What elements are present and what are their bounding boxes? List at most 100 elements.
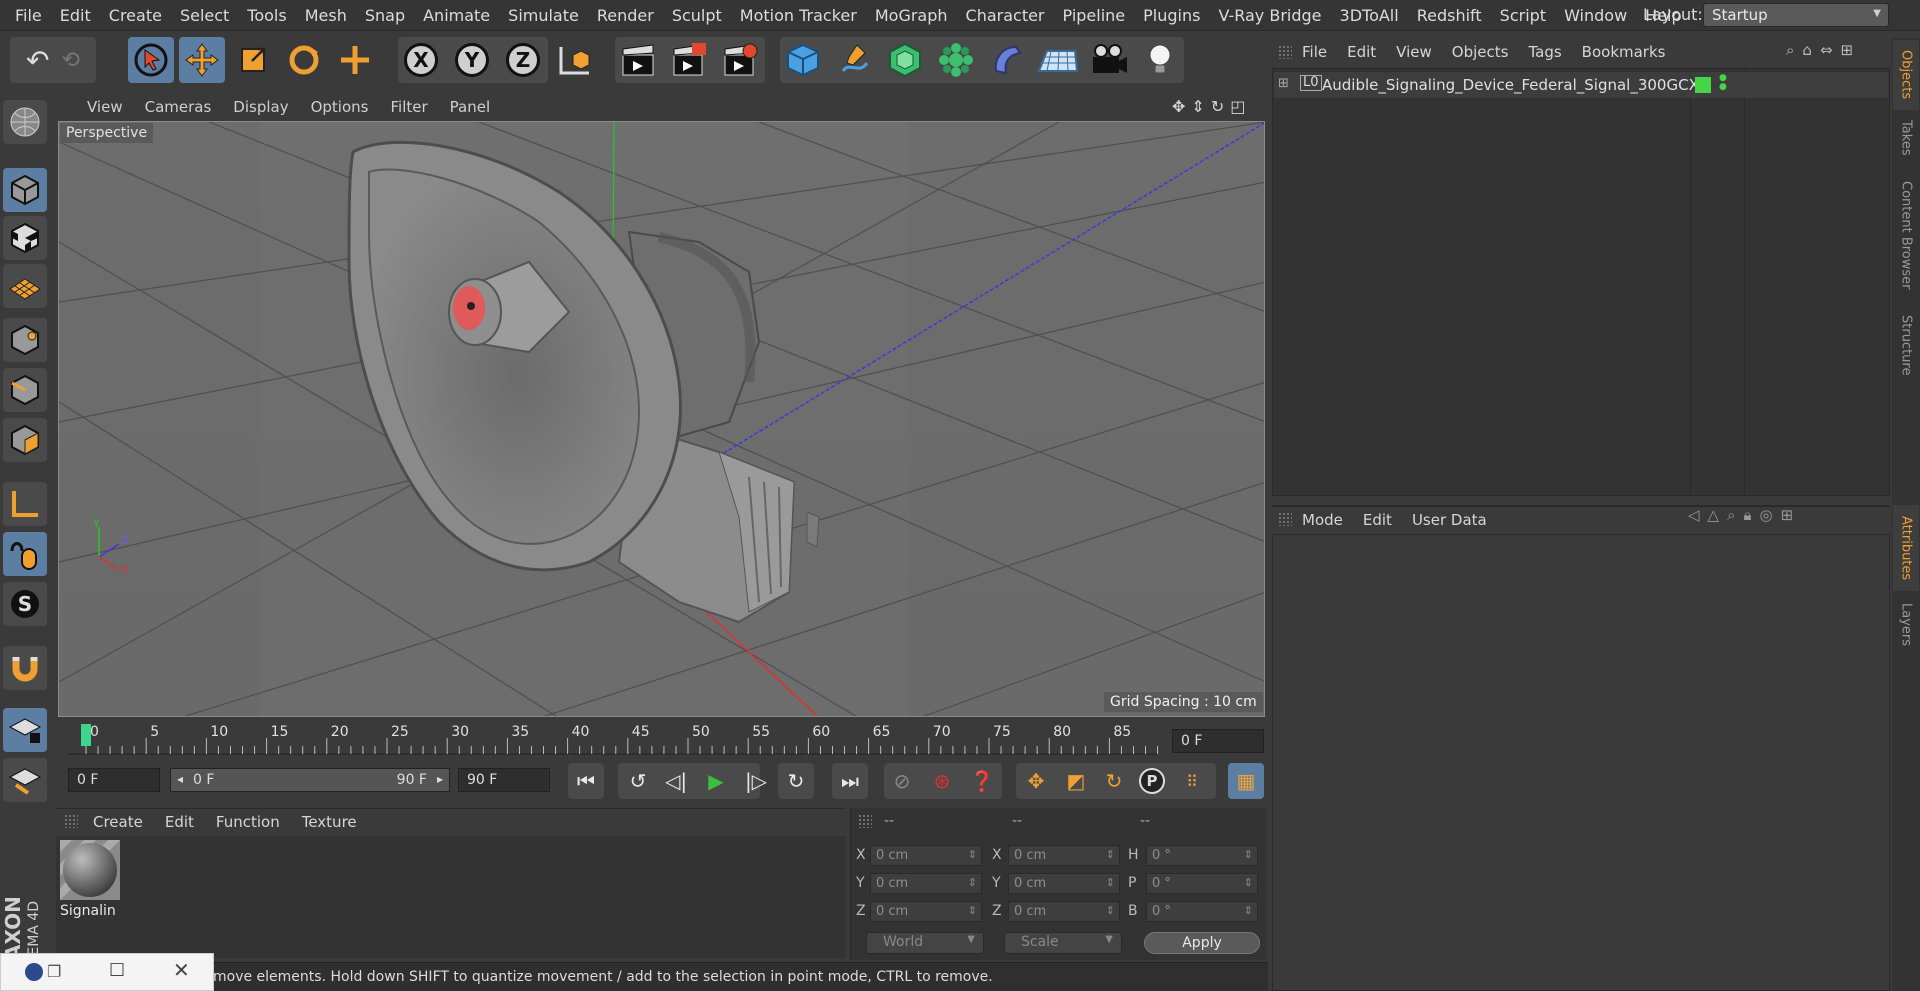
tweak-mode-button[interactable]	[3, 532, 47, 576]
menu-motion-tracker[interactable]: Motion Tracker	[731, 6, 866, 25]
redo-icon[interactable]: ⟲	[62, 48, 80, 73]
next-key-button[interactable]: ↻	[778, 763, 814, 799]
object-menu-file[interactable]: File	[1292, 43, 1337, 61]
coordinate-field[interactable]: 0 °	[1146, 873, 1258, 894]
deformer-button[interactable]	[984, 37, 1030, 83]
menu-snap[interactable]: Snap	[356, 6, 414, 25]
coordinate-field[interactable]: 0 cm	[870, 901, 982, 922]
menu-script[interactable]: Script	[1491, 6, 1555, 25]
lock-icon[interactable]: 🔒︎	[1744, 506, 1752, 524]
coordinate-field[interactable]: 0 cm	[870, 845, 982, 866]
cloner-button[interactable]	[933, 37, 979, 83]
prev-key-button[interactable]: ↺	[620, 763, 656, 799]
record-active-button[interactable]: ⊘	[884, 763, 920, 799]
orbit-icon[interactable]: ↻	[1211, 97, 1224, 116]
camera-button[interactable]	[1086, 37, 1132, 83]
link-icon[interactable]: ⇔	[1820, 41, 1833, 59]
back-arrow-icon[interactable]: ◁	[1688, 506, 1700, 524]
material-menu-function[interactable]: Function	[205, 813, 291, 831]
render-view-button[interactable]	[615, 37, 661, 83]
tab-takes[interactable]: Takes	[1893, 110, 1919, 166]
key-parameter-button[interactable]: P	[1134, 763, 1170, 799]
search-icon[interactable]: ⌕	[1727, 506, 1735, 524]
coordinate-field[interactable]: 0 cm	[1008, 901, 1120, 922]
coordinate-type-select[interactable]: Scale ▼	[1004, 932, 1122, 954]
object-name[interactable]: Audible_Signaling_Device_Federal_Signal_…	[1322, 76, 1699, 94]
layer-color-swatch[interactable]	[1695, 77, 1711, 93]
key-pla-button[interactable]: ⠿	[1174, 763, 1210, 799]
cinema4d-app-icon[interactable]	[25, 963, 43, 981]
menu-animate[interactable]: Animate	[414, 6, 499, 25]
viewport-menu-cameras[interactable]: Cameras	[134, 98, 223, 116]
object-menu-tags[interactable]: Tags	[1518, 43, 1571, 61]
play-button[interactable]: ▶	[698, 763, 734, 799]
new-panel-icon[interactable]: ⊞	[1781, 506, 1794, 524]
dolly-icon[interactable]: ⇕	[1191, 97, 1204, 116]
menu-simulate[interactable]: Simulate	[499, 6, 588, 25]
coordinate-field[interactable]: 0 cm	[1008, 845, 1120, 866]
menu-3dtoall[interactable]: 3DToAll	[1331, 6, 1408, 25]
floor-scene-button[interactable]	[1035, 37, 1081, 83]
attributes-menu-user-data[interactable]: User Data	[1402, 511, 1497, 529]
menu-pipeline[interactable]: Pipeline	[1054, 6, 1135, 25]
coordinate-field[interactable]: 0 °	[1146, 901, 1258, 922]
goto-start-button[interactable]: ⏮	[568, 763, 604, 799]
target-icon[interactable]: ◎	[1759, 506, 1772, 524]
viewport-menu-panel[interactable]: Panel	[439, 98, 501, 116]
workplane-mode-button[interactable]	[3, 264, 47, 308]
object-menu-bookmarks[interactable]: Bookmarks	[1572, 43, 1676, 61]
x-axis-lock-button[interactable]: X	[398, 37, 444, 83]
points-mode-button[interactable]	[3, 318, 47, 362]
make-editable-button[interactable]	[3, 100, 47, 144]
current-frame-field[interactable]: 0 F	[1172, 729, 1264, 753]
texture-mode-button[interactable]	[3, 216, 47, 260]
y-axis-lock-button[interactable]: Y	[449, 37, 495, 83]
key-position-button[interactable]: ✥	[1018, 763, 1054, 799]
restore-icon[interactable]: ❐	[47, 962, 61, 981]
model-mode-button[interactable]	[3, 168, 47, 212]
pan-icon[interactable]: ✥	[1172, 97, 1185, 116]
z-axis-lock-button[interactable]: Z	[500, 37, 546, 83]
object-menu-edit[interactable]: Edit	[1337, 43, 1386, 61]
rotate-tool-button[interactable]	[281, 37, 327, 83]
locked-workplane-button[interactable]	[3, 708, 47, 752]
pen-spline-button[interactable]	[831, 37, 877, 83]
menu-create[interactable]: Create	[100, 6, 171, 25]
menu-render[interactable]: Render	[588, 6, 663, 25]
menu-edit[interactable]: Edit	[51, 6, 100, 25]
visibility-dots-icon[interactable]: ● ●	[1719, 74, 1727, 92]
start-frame-field[interactable]: 0 F	[68, 768, 160, 792]
viewport-menu-view[interactable]: View	[76, 98, 134, 116]
maximize-window-icon[interactable]: ☐	[109, 960, 125, 981]
menu-sculpt[interactable]: Sculpt	[663, 6, 731, 25]
menu-tools[interactable]: Tools	[238, 6, 295, 25]
snap-button[interactable]	[3, 646, 47, 690]
up-arrow-icon[interactable]: △	[1708, 506, 1720, 524]
menu-window[interactable]: Window	[1555, 6, 1636, 25]
attributes-menu-mode[interactable]: Mode	[1292, 511, 1353, 529]
new-panel-icon[interactable]: ⊞	[1841, 41, 1854, 59]
coordinate-field[interactable]: 0 cm	[870, 873, 982, 894]
viewport-menu-options[interactable]: Options	[300, 98, 380, 116]
object-menu-objects[interactable]: Objects	[1442, 43, 1519, 61]
menu-mograph[interactable]: MoGraph	[866, 6, 957, 25]
scale-tool-button[interactable]	[230, 37, 276, 83]
keyframe-selection-button[interactable]: ❓	[964, 763, 1000, 799]
coordinate-field[interactable]: 0 cm	[1008, 873, 1120, 894]
close-window-icon[interactable]: ✕	[173, 958, 190, 982]
light-button[interactable]	[1137, 37, 1183, 83]
maximize-icon[interactable]: ◰	[1230, 97, 1245, 116]
tab-content-browser[interactable]: Content Browser	[1893, 170, 1919, 300]
expand-icon[interactable]: ⊞	[1278, 76, 1289, 91]
autokey-button[interactable]: ⊛	[924, 763, 960, 799]
axis-mode-button[interactable]	[3, 482, 47, 526]
menu-v-ray-bridge[interactable]: V-Ray Bridge	[1209, 6, 1330, 25]
key-rotation-button[interactable]: ↻	[1096, 763, 1132, 799]
attributes-menu-edit[interactable]: Edit	[1353, 511, 1402, 529]
timeline-ruler[interactable]: 051015202530354045505560657075808590	[58, 722, 1191, 756]
timeline-window-button[interactable]: ▦	[1228, 763, 1264, 799]
menu-select[interactable]: Select	[171, 6, 238, 25]
solo-button[interactable]: S	[3, 582, 47, 626]
preview-range-slider[interactable]: ◂ 0 F 90 F ▸	[170, 768, 450, 792]
coordinate-mode-select[interactable]: World ▼	[866, 932, 984, 954]
